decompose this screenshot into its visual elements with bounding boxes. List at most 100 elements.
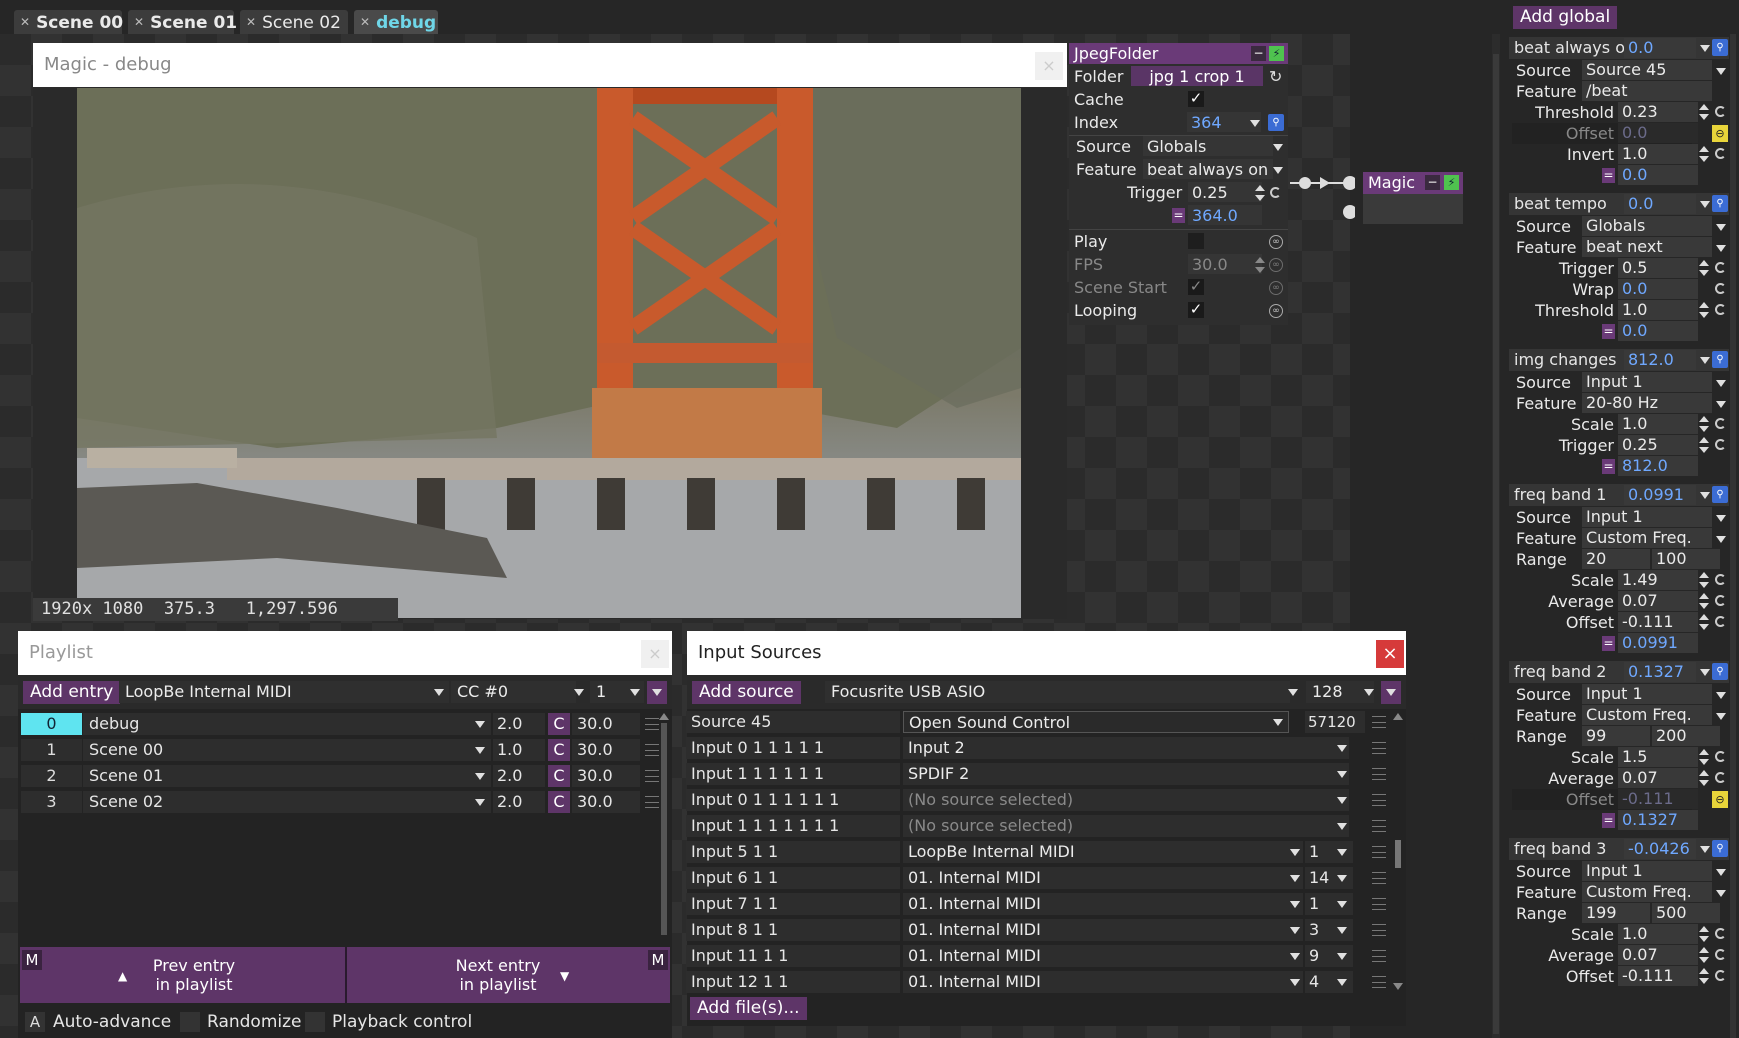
input-source-select[interactable]: LoopBe Internal MIDI xyxy=(903,841,1303,863)
range-min[interactable]: 99 xyxy=(1582,726,1650,746)
global-row-select[interactable]: Source 45 xyxy=(1582,60,1712,80)
playlist-row-index[interactable]: 3 xyxy=(21,791,82,813)
input-source-name[interactable]: Input 0 1 1 1 1 1 xyxy=(686,737,900,759)
reset-icon[interactable] xyxy=(1715,283,1726,294)
chevron-down-icon[interactable] xyxy=(475,799,485,806)
globals-scrollbar[interactable] xyxy=(1730,34,1736,1038)
playlist-row[interactable]: 1 Scene 00 1.0 C 30.0 xyxy=(21,739,659,761)
global-row-value[interactable]: 1.49 xyxy=(1618,570,1698,590)
spin-icon[interactable] xyxy=(1255,257,1265,273)
reset-icon[interactable] xyxy=(1715,106,1726,117)
chevron-down-icon[interactable] xyxy=(1290,953,1300,960)
next-entry-button[interactable]: ▼ Next entry in playlist xyxy=(348,950,648,1000)
global-row-select[interactable]: Globals xyxy=(1582,216,1712,236)
chevron-down-icon[interactable] xyxy=(574,689,584,696)
tab-close-icon[interactable]: ✕ xyxy=(246,15,256,29)
input-source-row[interactable]: Input 1 1 1 1 1 1 SPDIF 2 xyxy=(686,763,1446,785)
input-source-row[interactable]: Input 8 1 1 01. Internal MIDI 3 xyxy=(686,919,1446,941)
drag-handle-icon[interactable] xyxy=(645,770,659,782)
chevron-down-icon[interactable] xyxy=(1290,901,1300,908)
global-row-select[interactable]: Input 1 xyxy=(1582,684,1712,704)
global-row-value[interactable]: 1.5 xyxy=(1618,747,1698,767)
input-source-select[interactable]: 01. Internal MIDI xyxy=(903,945,1303,967)
spin-icon[interactable] xyxy=(1699,947,1709,963)
global-row-select[interactable]: Custom Freq. xyxy=(1582,882,1712,902)
folder-value[interactable]: jpg 1 crop 1 xyxy=(1131,66,1263,86)
spin-icon[interactable] xyxy=(1699,104,1709,120)
spin-icon[interactable] xyxy=(1699,437,1709,453)
chevron-down-icon[interactable] xyxy=(475,721,485,728)
reset-icon[interactable] xyxy=(1715,148,1726,159)
chevron-down-icon[interactable] xyxy=(1337,745,1347,752)
drag-handle-icon[interactable] xyxy=(1372,794,1386,806)
chevron-down-icon[interactable] xyxy=(1290,875,1300,882)
playlist-row-name[interactable]: Scene 01 xyxy=(83,765,491,787)
preview-close-button[interactable]: × xyxy=(1035,52,1063,80)
chevron-down-icon[interactable] xyxy=(1716,536,1726,543)
drag-handle-icon[interactable] xyxy=(1372,898,1386,910)
global-row-value[interactable]: 1.0 xyxy=(1618,144,1698,164)
input-sources-menu-button[interactable] xyxy=(1381,681,1401,704)
global-row-value[interactable]: 0.5 xyxy=(1618,258,1698,278)
looping-checkbox[interactable]: ✓ xyxy=(1188,302,1204,318)
playlist-row-name[interactable]: Scene 00 xyxy=(83,739,491,761)
chevron-down-icon[interactable] xyxy=(1700,846,1710,853)
drag-handle-icon[interactable] xyxy=(1372,768,1386,780)
chevron-down-icon[interactable] xyxy=(1337,849,1347,856)
prev-entry-button[interactable]: ▲ Prev entry in playlist xyxy=(44,950,344,1000)
collapse-icon[interactable]: − xyxy=(1425,175,1440,190)
collapse-icon[interactable]: − xyxy=(1251,46,1266,61)
spin-icon[interactable] xyxy=(1699,572,1709,588)
input-source-name[interactable]: Input 6 1 1 xyxy=(686,867,900,889)
input-source-row[interactable]: Input 6 1 1 01. Internal MIDI 14 xyxy=(686,867,1446,889)
chevron-down-icon[interactable] xyxy=(1716,692,1726,699)
spin-icon[interactable] xyxy=(1699,416,1709,432)
chevron-down-icon[interactable] xyxy=(1700,492,1710,499)
add-global-button[interactable]: Add global xyxy=(1513,6,1618,29)
input-source-name[interactable]: Input 5 1 1 xyxy=(686,841,900,863)
input-source-select[interactable]: Input 2 xyxy=(903,737,1349,759)
link-icon[interactable]: ⚲ xyxy=(1712,39,1728,56)
spin-icon[interactable] xyxy=(1255,185,1265,201)
m-left-button[interactable]: M xyxy=(22,950,42,970)
m-right-button[interactable]: M xyxy=(648,950,668,970)
drag-handle-icon[interactable] xyxy=(1372,742,1386,754)
link-icon[interactable]: ⚲ xyxy=(1712,486,1728,503)
refresh-icon[interactable]: ↻ xyxy=(1269,66,1282,87)
midi-device-select[interactable]: LoopBe Internal MIDI xyxy=(119,681,449,703)
drag-handle-icon[interactable] xyxy=(1372,976,1386,988)
add-entry-button[interactable]: Add entry xyxy=(23,681,121,704)
link-icon[interactable]: ∞ xyxy=(1269,304,1283,318)
global-group-header[interactable]: beat always on 0.0 ⚲ xyxy=(1509,37,1729,59)
chevron-down-icon[interactable] xyxy=(475,747,485,754)
spin-icon[interactable] xyxy=(1699,593,1709,609)
global-group-header[interactable]: freq band 3 -0.0426 ⚲ xyxy=(1509,838,1729,860)
playlist-row-time[interactable]: 2.0 xyxy=(493,713,545,735)
input-source-select[interactable]: (No source selected) xyxy=(903,815,1349,837)
input-source-name[interactable]: Input 8 1 1 xyxy=(686,919,900,941)
global-row-value[interactable]: -0.111 xyxy=(1618,612,1698,632)
lock-icon[interactable]: ⊖ xyxy=(1712,125,1728,142)
chevron-down-icon[interactable] xyxy=(1273,719,1283,726)
playlist-scrollbar[interactable] xyxy=(659,713,669,943)
playback-control-checkbox[interactable] xyxy=(305,1012,325,1032)
playlist-menu-button[interactable] xyxy=(647,681,667,704)
reset-icon[interactable] xyxy=(1715,439,1726,450)
global-row-value[interactable]: 0.07 xyxy=(1618,768,1698,788)
chevron-down-icon[interactable] xyxy=(1337,953,1347,960)
tab-scene-01[interactable]: ✕ Scene 01 xyxy=(128,10,237,34)
drag-handle-icon[interactable] xyxy=(1372,950,1386,962)
drag-handle-icon[interactable] xyxy=(1372,846,1386,858)
chevron-down-icon[interactable] xyxy=(475,773,485,780)
spin-icon[interactable] xyxy=(1699,260,1709,276)
feature-select[interactable]: beat always on xyxy=(1143,159,1273,179)
input-source-row[interactable]: Input 1 1 1 1 1 1 1 (No source selected) xyxy=(686,815,1446,837)
global-row-value[interactable]: -0.111 xyxy=(1618,789,1698,809)
tab-close-icon[interactable]: ✕ xyxy=(360,15,370,29)
playlist-row-time[interactable]: 2.0 xyxy=(493,765,545,787)
chevron-down-icon[interactable] xyxy=(1250,120,1260,127)
trigger-value[interactable]: 0.25 xyxy=(1188,182,1262,202)
chevron-down-icon[interactable] xyxy=(1337,979,1347,986)
chevron-down-icon[interactable] xyxy=(1700,669,1710,676)
reset-icon[interactable] xyxy=(1715,949,1726,960)
